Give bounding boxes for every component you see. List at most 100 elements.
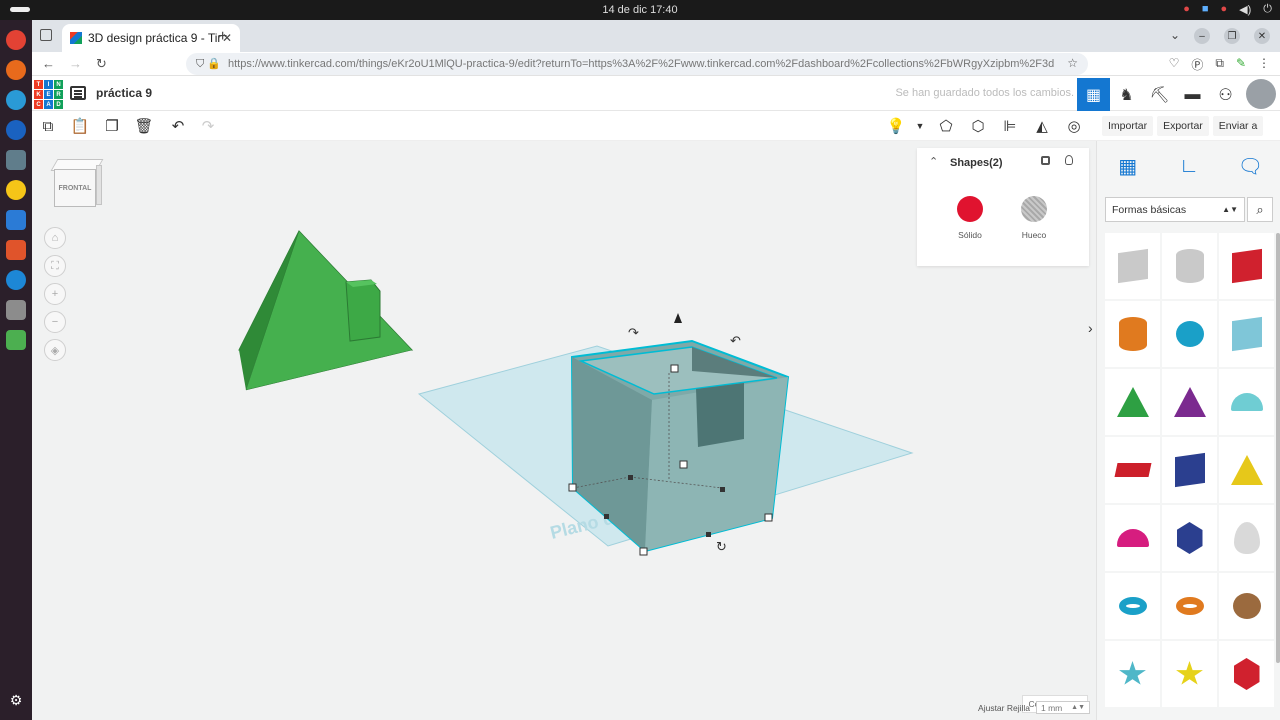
- edge-handle[interactable]: [706, 532, 711, 537]
- pocket-icon[interactable]: ♡: [1169, 56, 1180, 73]
- new-tab-icon[interactable]: +: [218, 28, 227, 46]
- blocks-icon[interactable]: ♞: [1110, 78, 1143, 111]
- extension-green-icon[interactable]: ✎: [1236, 56, 1246, 73]
- project-title[interactable]: práctica 9: [96, 86, 152, 100]
- volume-icon[interactable]: ◀): [1239, 3, 1251, 16]
- lock-icon[interactable]: [1041, 156, 1050, 165]
- close-window-icon[interactable]: ✕: [1254, 28, 1270, 44]
- telegram-icon[interactable]: [6, 90, 26, 110]
- files-icon[interactable]: [6, 150, 26, 170]
- copy-icon[interactable]: ⧉: [38, 116, 58, 136]
- star-icon[interactable]: [1105, 641, 1160, 707]
- paste-icon[interactable]: 📋: [70, 116, 90, 136]
- corner-handle[interactable]: [568, 483, 577, 492]
- light-bulb-icon[interactable]: 💡: [886, 116, 906, 136]
- workplane-canvas[interactable]: FRONTAL ⌂ ⛶ + − ◈ Plano de trabajo: [32, 141, 1096, 720]
- rotate-handle-icon[interactable]: ↷: [628, 326, 640, 341]
- icosahedron-icon[interactable]: [1219, 641, 1274, 707]
- box-window-hole[interactable]: [696, 383, 744, 447]
- edge-handle[interactable]: [720, 487, 725, 492]
- undo-icon[interactable]: ↶: [168, 116, 188, 136]
- 3d-view-icon[interactable]: ▦: [1077, 78, 1110, 111]
- center-handle[interactable]: [679, 460, 688, 469]
- scribble-icon[interactable]: [1219, 301, 1274, 367]
- heart-icon[interactable]: [1219, 573, 1274, 639]
- solid-option[interactable]: Sólido: [945, 196, 995, 240]
- round-roof-icon[interactable]: [1219, 369, 1274, 435]
- corner-handle[interactable]: [764, 513, 773, 522]
- rotate-handle-icon[interactable]: ↶: [730, 334, 741, 349]
- send-to-button[interactable]: Enviar a: [1212, 115, 1264, 136]
- corner-handle[interactable]: [639, 547, 648, 556]
- half-sphere-icon[interactable]: [1105, 505, 1160, 571]
- panel-collapse-chevron-icon[interactable]: ›: [1088, 320, 1093, 336]
- screen-share-icon[interactable]: ■: [1202, 3, 1209, 16]
- shield-lock-icon[interactable]: ⛉ 🔒: [196, 57, 221, 71]
- redo-icon[interactable]: ↷: [198, 116, 218, 136]
- sphere-icon[interactable]: [1162, 301, 1217, 367]
- chevron-down-icon[interactable]: ▼: [910, 116, 930, 136]
- back-icon[interactable]: ←: [42, 56, 55, 72]
- rhythmbox-icon[interactable]: [6, 180, 26, 200]
- cruise-icon[interactable]: ◎: [1064, 116, 1084, 136]
- disk-icon[interactable]: [6, 300, 26, 320]
- browser-tab[interactable]: 3D design práctica 9 - Tir ✕: [62, 24, 240, 52]
- delete-icon[interactable]: 🗑: [134, 116, 154, 136]
- firefox-icon[interactable]: [6, 60, 26, 80]
- chrome-icon[interactable]: [6, 30, 26, 50]
- reload-icon[interactable]: ↻: [96, 56, 107, 72]
- ruler-icon[interactable]: ∟: [1176, 153, 1202, 179]
- edge-handle[interactable]: [628, 475, 633, 480]
- design-menu-icon[interactable]: [70, 86, 86, 100]
- system-tray[interactable]: ● ■ ● ◀) ⏻: [1183, 3, 1272, 16]
- ungroup-icon[interactable]: ⬡: [968, 116, 988, 136]
- tinkercad-logo[interactable]: TIN KER CAD: [34, 80, 63, 109]
- visibility-bulb-icon[interactable]: [1065, 155, 1073, 165]
- show-apps-icon[interactable]: ⚙: [6, 690, 26, 710]
- shape-category-select[interactable]: Formas básicas ▲▼: [1105, 197, 1245, 222]
- writer-icon[interactable]: [6, 210, 26, 230]
- hole-option[interactable]: Hueco: [1009, 196, 1059, 240]
- box-skew-icon[interactable]: [1162, 437, 1217, 503]
- help-icon[interactable]: [6, 270, 26, 290]
- url-field[interactable]: ⛉ 🔒 https://www.tinkercad.com/things/eKr…: [186, 53, 1088, 75]
- notes-icon[interactable]: 🗨: [1237, 153, 1263, 179]
- edge-handle[interactable]: [604, 514, 609, 519]
- polygon-icon[interactable]: [1162, 505, 1217, 571]
- workplane-tool-icon[interactable]: ▦: [1115, 153, 1141, 179]
- height-handle[interactable]: [670, 364, 679, 373]
- collapse-icon[interactable]: ⌃: [929, 155, 938, 168]
- hole-swatch[interactable]: [1021, 196, 1047, 222]
- box-hole-icon[interactable]: [1105, 233, 1160, 299]
- camera-icon[interactable]: ●: [1183, 3, 1190, 16]
- bookmark-star-icon[interactable]: ☆: [1067, 56, 1078, 70]
- export-button[interactable]: Exportar: [1157, 115, 1209, 136]
- search-icon[interactable]: ⌕: [1247, 197, 1273, 222]
- menu-icon[interactable]: ⋮: [1258, 56, 1270, 73]
- cylinder-icon[interactable]: [1105, 301, 1160, 367]
- power-icon[interactable]: ⏻: [1263, 3, 1272, 16]
- app-center-icon[interactable]: [6, 240, 26, 260]
- paraboloid-icon[interactable]: [1219, 505, 1274, 571]
- system-clock[interactable]: 14 de dic 17:40: [0, 4, 1280, 16]
- bricks-icon[interactable]: ⛏: [1143, 78, 1176, 111]
- snap-grid-select[interactable]: 1 mm ▲▼: [1036, 701, 1090, 714]
- cone-icon[interactable]: [1162, 369, 1217, 435]
- lift-arrow-icon[interactable]: [674, 313, 682, 323]
- thunderbird-icon[interactable]: [6, 120, 26, 140]
- extensions-icon[interactable]: ⧉: [1215, 56, 1224, 73]
- import-button[interactable]: Importar: [1102, 115, 1154, 136]
- avatar[interactable]: [1246, 79, 1276, 109]
- trash-icon[interactable]: [6, 330, 26, 350]
- cylinder-hole-icon[interactable]: [1162, 233, 1217, 299]
- chevron-down-icon[interactable]: ⌄: [1170, 28, 1180, 42]
- chimney-shape[interactable]: [345, 279, 381, 342]
- tab-search-icon[interactable]: [40, 29, 52, 41]
- tube-icon[interactable]: [1162, 573, 1217, 639]
- roof-icon[interactable]: [1105, 369, 1160, 435]
- sim-lab-icon[interactable]: ▬: [1176, 78, 1209, 111]
- minimize-icon[interactable]: –: [1194, 28, 1210, 44]
- rotate-handle-icon[interactable]: ↻: [716, 540, 727, 555]
- panel-scrollbar[interactable]: [1276, 233, 1280, 663]
- text-icon[interactable]: [1105, 437, 1160, 503]
